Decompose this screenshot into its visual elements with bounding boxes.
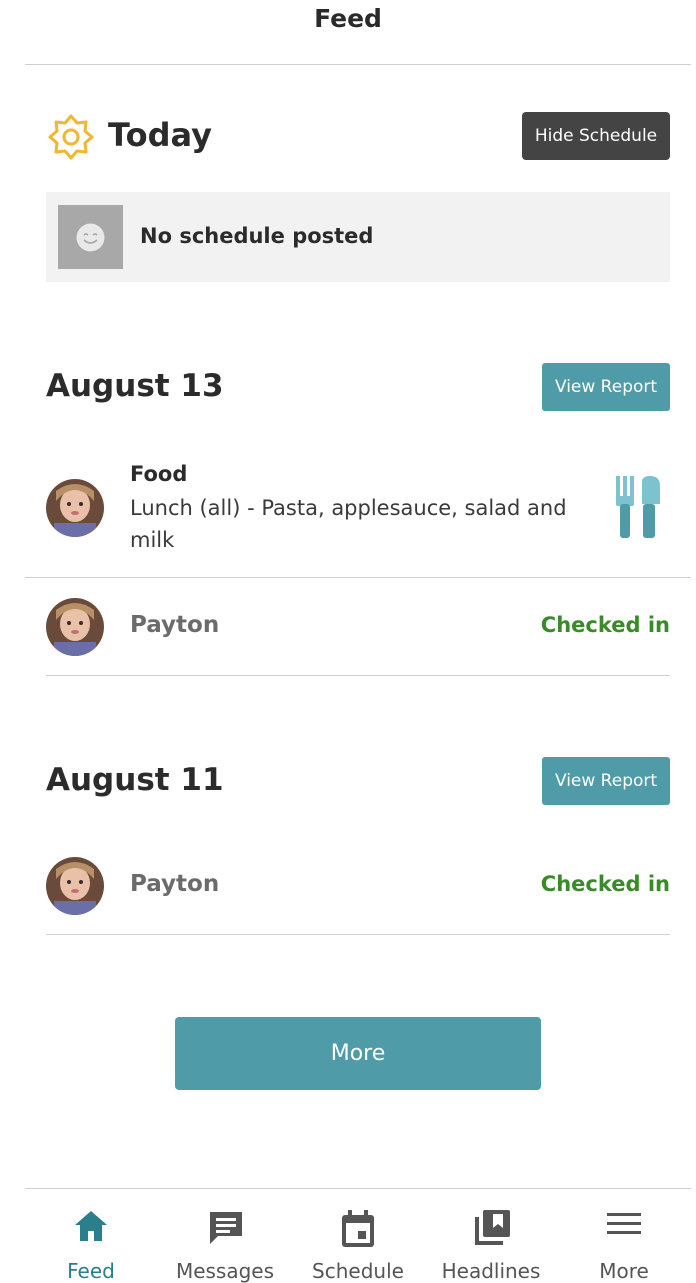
utensils-icon bbox=[616, 476, 660, 538]
avatar[interactable] bbox=[46, 479, 104, 537]
nav-more[interactable]: More bbox=[564, 1189, 684, 1283]
nav-label: Headlines bbox=[441, 1259, 541, 1283]
view-report-button[interactable]: View Report bbox=[542, 363, 670, 411]
avatar[interactable] bbox=[46, 857, 104, 915]
nav-label: Messages bbox=[175, 1259, 275, 1283]
divider bbox=[25, 64, 691, 65]
no-schedule-card: No schedule posted bbox=[46, 192, 670, 282]
child-name: Payton bbox=[130, 612, 220, 638]
page-title: Feed bbox=[314, 4, 382, 33]
bottom-nav: Feed Messages Schedule Headlines More bbox=[0, 1189, 696, 1283]
checkin-status: Checked in bbox=[540, 872, 670, 896]
message-icon bbox=[210, 1212, 242, 1244]
nav-label: More bbox=[599, 1259, 649, 1283]
smile-icon bbox=[76, 223, 105, 252]
date-heading: August 13 bbox=[46, 368, 224, 404]
divider bbox=[46, 675, 670, 676]
menu-icon bbox=[607, 1213, 641, 1234]
view-report-button[interactable]: View Report bbox=[542, 757, 670, 805]
food-title: Food bbox=[130, 462, 188, 486]
today-header: Today Hide Schedule bbox=[46, 110, 670, 162]
bookmark-stack-icon bbox=[475, 1210, 510, 1245]
divider bbox=[25, 577, 691, 578]
food-description: Lunch (all) - Pasta, applesauce, salad a… bbox=[130, 496, 567, 552]
sun-icon bbox=[48, 114, 94, 160]
calendar-icon bbox=[342, 1210, 374, 1247]
nav-label: Feed bbox=[67, 1259, 115, 1283]
no-schedule-text: No schedule posted bbox=[140, 224, 374, 248]
load-more-button[interactable]: More bbox=[175, 1017, 541, 1090]
avatar[interactable] bbox=[46, 598, 104, 656]
hide-schedule-button[interactable]: Hide Schedule bbox=[522, 112, 670, 160]
checkin-status: Checked in bbox=[540, 613, 670, 637]
nav-headlines[interactable]: Headlines bbox=[431, 1189, 551, 1283]
nav-messages[interactable]: Messages bbox=[165, 1189, 285, 1283]
divider bbox=[46, 934, 670, 935]
child-name: Payton bbox=[130, 871, 220, 897]
nav-label: Schedule bbox=[312, 1259, 404, 1283]
top-bar: Feed bbox=[0, 0, 696, 64]
home-icon bbox=[75, 1211, 107, 1241]
date-heading: August 11 bbox=[46, 762, 224, 798]
today-title: Today bbox=[108, 116, 212, 154]
placeholder-image bbox=[58, 205, 123, 269]
nav-schedule[interactable]: Schedule bbox=[298, 1189, 418, 1283]
nav-feed[interactable]: Feed bbox=[31, 1189, 151, 1283]
